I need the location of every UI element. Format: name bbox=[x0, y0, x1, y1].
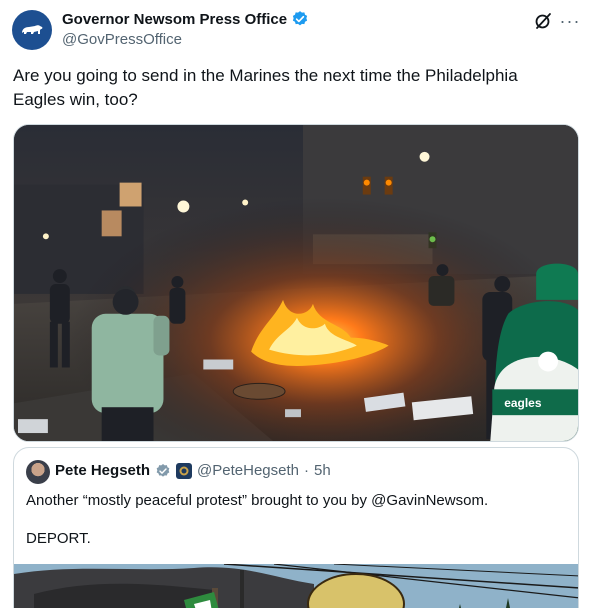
author-name-row: Governor Newsom Press Office bbox=[62, 10, 309, 28]
avatar[interactable] bbox=[12, 10, 52, 50]
eagles-beanie-text: eagles bbox=[504, 396, 542, 410]
author-display-name[interactable]: Governor Newsom Press Office bbox=[62, 11, 287, 28]
quoted-display-name[interactable]: Pete Hegseth bbox=[55, 462, 150, 479]
quoted-timestamp[interactable]: 5h bbox=[314, 462, 331, 479]
more-icon[interactable]: ··· bbox=[559, 10, 581, 32]
tweet-image[interactable]: eagles bbox=[13, 124, 579, 442]
quoted-image[interactable] bbox=[14, 564, 578, 608]
street-fire-photo: eagles bbox=[14, 125, 578, 441]
government-affiliation-badge-icon[interactable] bbox=[176, 462, 193, 479]
california-bear-icon bbox=[22, 25, 43, 34]
tweet: Governor Newsom Press Office @GovPressOf… bbox=[0, 0, 592, 608]
quoted-separator: · bbox=[304, 462, 309, 479]
quoted-text: Another “mostly peaceful protest” brough… bbox=[26, 492, 489, 509]
tweet-text: Are you going to send in the Marines the… bbox=[13, 66, 518, 109]
quoted-tweet[interactable]: Pete Hegseth @PeteHegseth · 5h Another “… bbox=[13, 447, 579, 608]
verified-badge-icon[interactable] bbox=[155, 463, 171, 479]
grok-icon[interactable] bbox=[533, 11, 553, 31]
quoted-avatar[interactable] bbox=[26, 460, 50, 484]
verified-badge-icon[interactable] bbox=[291, 10, 309, 28]
quoted-handle[interactable]: @PeteHegseth bbox=[197, 462, 299, 479]
quoted-text-second-line: DEPORT. bbox=[26, 530, 91, 547]
quoted-street-photo bbox=[14, 564, 578, 608]
quoted-name-row: Pete Hegseth @PeteHegseth · 5h bbox=[55, 462, 331, 479]
author-handle[interactable]: @GovPressOffice bbox=[62, 31, 182, 48]
